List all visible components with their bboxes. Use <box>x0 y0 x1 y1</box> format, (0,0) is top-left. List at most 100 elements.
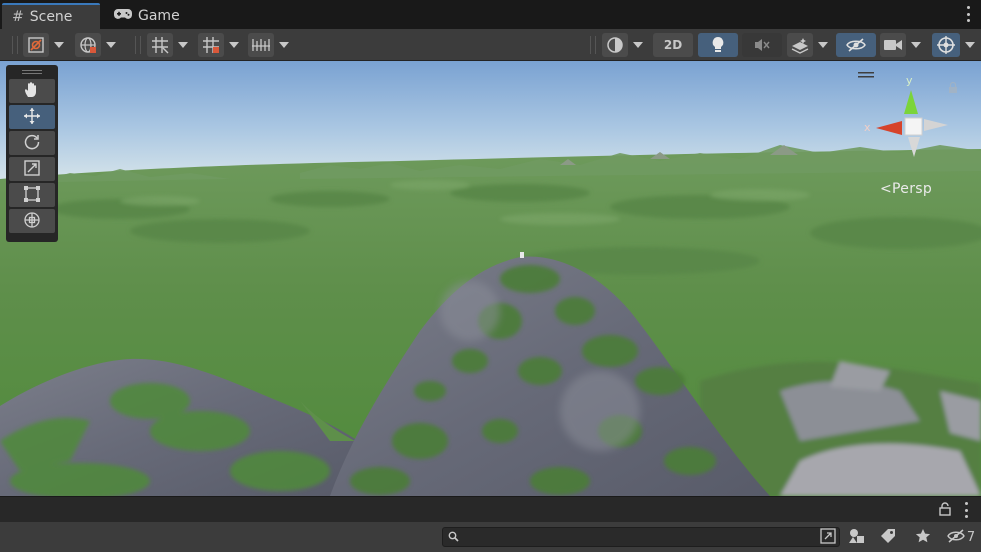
search-input[interactable] <box>463 529 817 547</box>
hash-icon: # <box>12 9 24 25</box>
tab-game[interactable]: Game <box>104 3 184 29</box>
chevron-down-icon <box>279 42 289 48</box>
scene-viewport[interactable] <box>0 61 981 496</box>
grid-dropdown[interactable] <box>173 33 193 57</box>
shading-mode-dropdown[interactable] <box>628 33 648 57</box>
bottom-bar: 7 <box>0 522 981 552</box>
mode-2d-label: 2D <box>663 38 683 52</box>
gizmo-y-label: y <box>906 74 913 87</box>
chevron-down-icon <box>818 42 828 48</box>
projection-toggle[interactable]: <Persp <box>880 181 932 197</box>
gizmo-x-cone[interactable] <box>876 121 902 135</box>
tab-game-label: Game <box>138 8 180 24</box>
move-tool-button[interactable] <box>9 105 55 129</box>
favorites-button[interactable] <box>912 527 934 547</box>
gamepad-icon <box>114 8 132 24</box>
shading-mode-button[interactable] <box>602 33 628 57</box>
chevron-down-icon <box>965 42 975 48</box>
gizmo-center-cube[interactable] <box>904 117 923 136</box>
scale-icon <box>23 159 41 180</box>
gizmo-x-label: x <box>864 121 871 134</box>
global-dropdown[interactable] <box>101 33 121 57</box>
lighting-toggle[interactable] <box>698 33 738 57</box>
star-icon <box>915 528 931 547</box>
search-field[interactable] <box>442 527 840 547</box>
gizmo-tool-icon <box>27 36 45 54</box>
effects-dropdown[interactable] <box>813 33 833 57</box>
move-icon <box>23 107 41 128</box>
gizmo-menu-icon[interactable] <box>852 72 874 78</box>
filter-type-button[interactable] <box>846 527 868 547</box>
panel-header-strip <box>0 496 981 522</box>
transform-icon <box>23 211 41 232</box>
lock-icon[interactable] <box>949 81 957 94</box>
snap-toggle[interactable] <box>198 33 224 57</box>
more-options-icon[interactable] <box>967 6 971 22</box>
toolbar-grip[interactable] <box>12 36 18 54</box>
hidden-count: 7 <box>966 529 976 545</box>
chevron-down-icon <box>178 42 188 48</box>
gizmos-toggle[interactable] <box>932 33 960 57</box>
audio-mute-icon <box>753 37 771 53</box>
shapes-icon <box>848 528 866 547</box>
mode-2d-toggle[interactable]: 2D <box>653 33 693 57</box>
camera-button[interactable] <box>880 33 906 57</box>
grid-toggle[interactable] <box>147 33 173 57</box>
global-icon <box>79 36 97 54</box>
rotate-icon <box>23 133 41 154</box>
rect-tool-button[interactable] <box>9 183 55 207</box>
increment-snap-dropdown[interactable] <box>274 33 294 57</box>
global-toggle[interactable] <box>75 33 101 57</box>
snap-icon <box>202 36 220 54</box>
camera-icon <box>883 38 903 52</box>
rotate-tool-button[interactable] <box>9 131 55 155</box>
snap-dropdown[interactable] <box>224 33 244 57</box>
terrain-render <box>0 61 981 496</box>
chevron-down-icon <box>633 42 643 48</box>
overlay-handle[interactable] <box>9 67 55 77</box>
hand-tool-button[interactable] <box>9 79 55 103</box>
toolbar-grip[interactable] <box>135 36 141 54</box>
tab-bar: # Scene Game <box>0 0 981 29</box>
maximize-icon <box>820 527 836 547</box>
gizmos-dropdown[interactable] <box>960 33 980 57</box>
tab-scene-label: Scene <box>29 9 73 25</box>
chevron-down-icon <box>229 42 239 48</box>
lighting-icon <box>711 36 725 54</box>
effects-button[interactable] <box>787 33 813 57</box>
gizmos-icon <box>936 35 956 55</box>
hand-icon <box>23 81 41 102</box>
search-icon <box>448 531 459 545</box>
hidden-objects-toggle[interactable]: 7 <box>944 527 978 547</box>
more-options-icon[interactable] <box>965 502 969 518</box>
transform-tool-button[interactable] <box>9 209 55 233</box>
effects-icon <box>791 36 809 54</box>
gizmo-y-cone[interactable] <box>904 90 918 114</box>
visibility-icon <box>846 37 866 53</box>
chevron-down-icon <box>54 42 64 48</box>
scene-toolbar: 2D <box>0 29 981 61</box>
chevron-left-icon: < <box>880 181 893 197</box>
maximize-button[interactable] <box>817 527 839 547</box>
audio-toggle[interactable] <box>742 33 782 57</box>
filter-label-button[interactable] <box>877 527 899 547</box>
visibility-toggle[interactable] <box>836 33 876 57</box>
grid-icon <box>151 36 169 54</box>
tag-icon <box>880 528 896 547</box>
chevron-down-icon <box>106 42 116 48</box>
lock-icon[interactable] <box>939 502 951 519</box>
increment-snap-icon <box>251 37 271 53</box>
increment-snap-button[interactable] <box>248 33 274 57</box>
shading-mode-icon <box>606 36 624 54</box>
projection-label: Persp <box>892 181 933 197</box>
rect-icon <box>23 185 41 206</box>
tools-overlay <box>6 65 58 242</box>
camera-dropdown[interactable] <box>906 33 926 57</box>
gizmo-tool-dropdown[interactable] <box>49 33 69 57</box>
tab-scene[interactable]: # Scene <box>2 3 100 29</box>
toolbar-grip[interactable] <box>590 36 596 54</box>
hidden-eye-icon <box>947 528 965 546</box>
gizmo-tool-button[interactable] <box>23 33 49 57</box>
scale-tool-button[interactable] <box>9 157 55 181</box>
chevron-down-icon <box>911 42 921 48</box>
